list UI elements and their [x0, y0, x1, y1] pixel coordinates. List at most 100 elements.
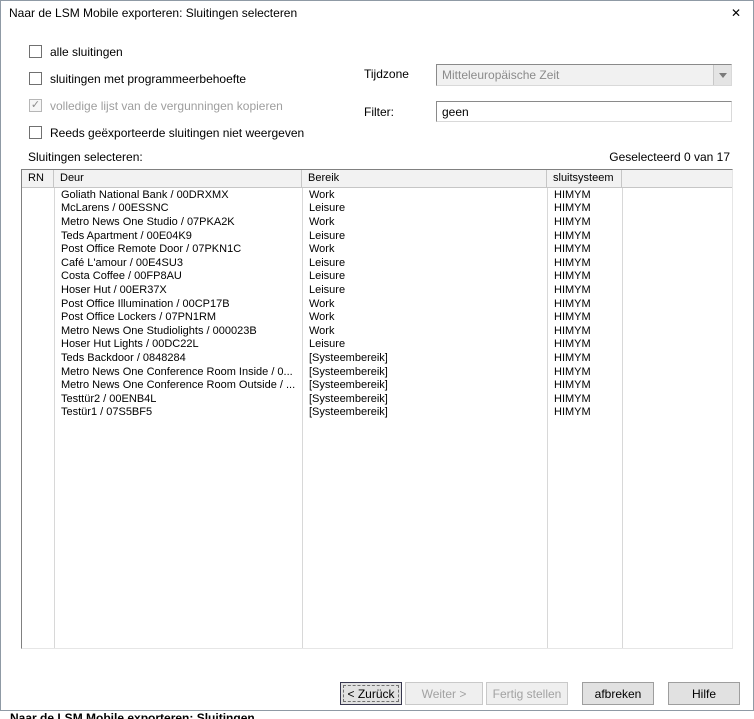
cell-deur: Metro News One Studiolights / 000023B: [54, 325, 302, 337]
filter-input[interactable]: geen: [436, 101, 732, 122]
cell-sluitsysteem: HIMYM: [547, 379, 622, 391]
checkbox-icon[interactable]: [29, 45, 42, 58]
table-row[interactable]: Metro News One Conference Room Inside / …: [22, 365, 732, 379]
table-row[interactable]: Metro News One Conference Room Outside /…: [22, 378, 732, 392]
checkbox-label: volledige lijst van de vergunningen kopi…: [50, 99, 283, 113]
tijdzone-value: Mitteleuropäische Zeit: [437, 68, 713, 82]
checkbox-reeds-geexporteerd[interactable]: Reeds geëxporteerde sluitingen niet weer…: [29, 126, 304, 139]
table-row[interactable]: Hoser Hut / 00ER37XLeisureHIMYM: [22, 283, 732, 297]
list-caption: Sluitingen selecteren:: [28, 150, 143, 164]
cell-bereik: Leisure: [302, 270, 547, 282]
cell-sluitsysteem: HIMYM: [547, 216, 622, 228]
cell-deur: Testtür2 / 00ENB4L: [54, 393, 302, 405]
cell-sluitsysteem: HIMYM: [547, 257, 622, 269]
cell-bereik: Work: [302, 325, 547, 337]
table-row[interactable]: Hoser Hut Lights / 00DC22LLeisureHIMYM: [22, 338, 732, 352]
checkbox-programmeerbehoefte[interactable]: sluitingen met programmeerbehoefte: [29, 72, 304, 85]
cell-sluitsysteem: HIMYM: [547, 284, 622, 296]
cell-bereik: Work: [302, 311, 547, 323]
table-row[interactable]: Costa Coffee / 00FP8AULeisureHIMYM: [22, 270, 732, 284]
sluitingen-table: RN Deur Bereik sluitsysteem Goliath Nati…: [21, 169, 733, 649]
table-row[interactable]: Testür1 / 07S5BF5[Systeembereik]HIMYM: [22, 406, 732, 420]
cell-bereik: Leisure: [302, 257, 547, 269]
finish-button: Fertig stellen: [486, 682, 568, 705]
dropdown-button: [713, 65, 731, 85]
table-row[interactable]: Teds Apartment / 00E04K9LeisureHIMYM: [22, 229, 732, 243]
cell-sluitsysteem: HIMYM: [547, 325, 622, 337]
column-header-empty[interactable]: [622, 170, 732, 187]
titlebar: Naar de LSM Mobile exporteren: Sluitinge…: [1, 1, 753, 25]
cell-bereik: [Systeembereik]: [302, 379, 547, 391]
cell-sluitsysteem: HIMYM: [547, 311, 622, 323]
cell-sluitsysteem: HIMYM: [547, 338, 622, 350]
close-icon[interactable]: ✕: [719, 1, 753, 25]
checkbox-label: Reeds geëxporteerde sluitingen niet weer…: [50, 126, 304, 140]
back-button[interactable]: < Zurück: [340, 682, 402, 705]
cell-deur: Teds Backdoor / 0848284: [54, 352, 302, 364]
window-title: Naar de LSM Mobile exporteren: Sluitinge…: [9, 6, 719, 20]
cell-deur: Café L'amour / 00E4SU3: [54, 257, 302, 269]
checkbox-label: alle sluitingen: [50, 45, 123, 59]
chevron-down-icon: [719, 73, 727, 78]
cell-sluitsysteem: HIMYM: [547, 230, 622, 242]
checkbox-icon[interactable]: [29, 126, 42, 139]
table-body: Goliath National Bank / 00DRXMXWorkHIMYM…: [22, 188, 732, 648]
table-row[interactable]: Café L'amour / 00E4SU3LeisureHIMYM: [22, 256, 732, 270]
cell-sluitsysteem: HIMYM: [547, 366, 622, 378]
table-row[interactable]: Metro News One Studiolights / 000023BWor…: [22, 324, 732, 338]
cancel-button[interactable]: afbreken: [582, 682, 654, 705]
filter-label: Filter:: [364, 105, 394, 119]
cell-deur: Post Office Illumination / 00CP17B: [54, 298, 302, 310]
checkbox-alle-sluitingen[interactable]: alle sluitingen: [29, 45, 304, 58]
checkbox-icon[interactable]: [29, 72, 42, 85]
table-row[interactable]: Metro News One Studio / 07PKA2KWorkHIMYM: [22, 215, 732, 229]
checkbox-label: sluitingen met programmeerbehoefte: [50, 72, 246, 86]
cell-sluitsysteem: HIMYM: [547, 406, 622, 418]
cell-deur: Post Office Remote Door / 07PKN1C: [54, 243, 302, 255]
cell-deur: Goliath National Bank / 00DRXMX: [54, 189, 302, 201]
cell-sluitsysteem: HIMYM: [547, 298, 622, 310]
cell-deur: Teds Apartment / 00E04K9: [54, 230, 302, 242]
export-dialog: Naar de LSM Mobile exporteren: Sluitinge…: [0, 0, 754, 711]
cell-bereik: Leisure: [302, 284, 547, 296]
cell-bereik: [Systeembereik]: [302, 406, 547, 418]
table-row[interactable]: Goliath National Bank / 00DRXMXWorkHIMYM: [22, 188, 732, 202]
cell-deur: Metro News One Studio / 07PKA2K: [54, 216, 302, 228]
background-window-sliver: Naar de LSM Mobile exporteren: Sluitinge…: [0, 711, 754, 719]
cell-deur: Testür1 / 07S5BF5: [54, 406, 302, 418]
cell-deur: Hoser Hut Lights / 00DC22L: [54, 338, 302, 350]
column-header-bereik[interactable]: Bereik: [302, 170, 547, 187]
cell-sluitsysteem: HIMYM: [547, 189, 622, 201]
checkbox-group: alle sluitingen sluitingen met programme…: [29, 45, 304, 139]
column-header-sluitsysteem[interactable]: sluitsysteem: [547, 170, 622, 187]
cell-bereik: [Systeembereik]: [302, 352, 547, 364]
filter-value: geen: [442, 105, 469, 119]
help-button[interactable]: Hilfe: [668, 682, 740, 705]
table-row[interactable]: Post Office Remote Door / 07PKN1CWorkHIM…: [22, 242, 732, 256]
table-header: RN Deur Bereik sluitsysteem: [22, 170, 732, 188]
cell-deur: Metro News One Conference Room Outside /…: [54, 379, 302, 391]
tijdzone-label: Tijdzone: [364, 67, 409, 81]
selection-status: Geselecteerd 0 van 17: [609, 150, 730, 164]
cell-deur: Post Office Lockers / 07PN1RM: [54, 311, 302, 323]
cell-deur: Costa Coffee / 00FP8AU: [54, 270, 302, 282]
cell-sluitsysteem: HIMYM: [547, 202, 622, 214]
column-header-rn[interactable]: RN: [22, 170, 54, 187]
cell-bereik: [Systeembereik]: [302, 393, 547, 405]
table-row[interactable]: Testtür2 / 00ENB4L[Systeembereik]HIMYM: [22, 392, 732, 406]
cell-bereik: Leisure: [302, 202, 547, 214]
table-row[interactable]: McLarens / 00ESSNCLeisureHIMYM: [22, 202, 732, 216]
cell-deur: McLarens / 00ESSNC: [54, 202, 302, 214]
cell-bereik: [Systeembereik]: [302, 366, 547, 378]
cell-bereik: Work: [302, 189, 547, 201]
next-button: Weiter >: [405, 682, 483, 705]
tijdzone-dropdown: Mitteleuropäische Zeit: [436, 64, 732, 86]
column-header-deur[interactable]: Deur: [54, 170, 302, 187]
cell-bereik: Leisure: [302, 338, 547, 350]
cell-bereik: Work: [302, 298, 547, 310]
table-row[interactable]: Post Office Illumination / 00CP17BWorkHI…: [22, 297, 732, 311]
table-row[interactable]: Post Office Lockers / 07PN1RMWorkHIMYM: [22, 310, 732, 324]
background-window-title: Naar de LSM Mobile exporteren: Sluitinge…: [0, 711, 754, 719]
table-row[interactable]: Teds Backdoor / 0848284[Systeembereik]HI…: [22, 351, 732, 365]
checkbox-checked-icon: ✓: [29, 99, 42, 112]
